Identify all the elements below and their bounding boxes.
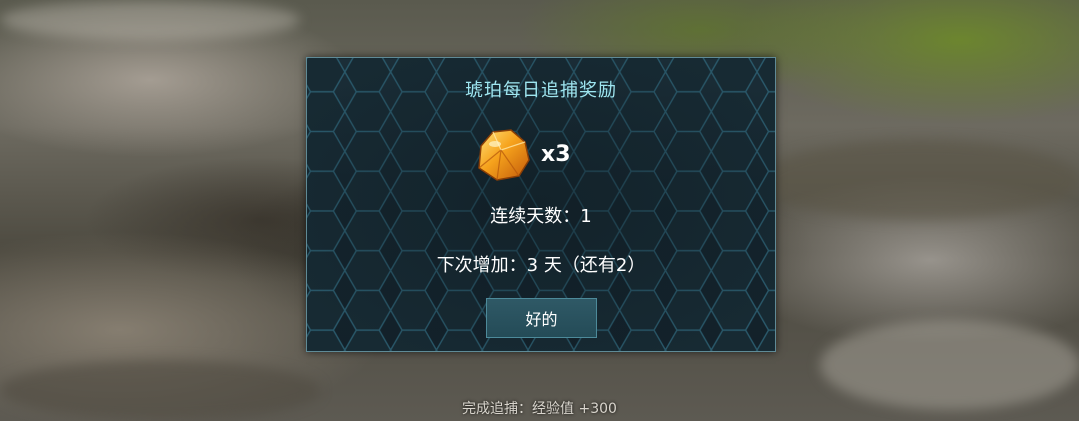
amber-icon — [478, 129, 530, 181]
reward-dialog: 琥珀每日追捕奖励 x3 连续天数：1 下次增加：3 天（还有2） 好的 — [306, 57, 776, 352]
reward-quantity: x3 — [541, 141, 571, 167]
dialog-title: 琥珀每日追捕奖励 — [465, 80, 617, 101]
terrain-patch — [0, 0, 300, 40]
ok-button[interactable]: 好的 — [486, 298, 597, 338]
streak-days-text: 连续天数：1 — [490, 206, 592, 227]
next-increase-text: 下次增加：3 天（还有2） — [436, 255, 646, 276]
game-scene: 琥珀每日追捕奖励 x3 连续天数：1 下次增加：3 天（还有2） 好的 完成追捕… — [0, 0, 1079, 421]
reward-item: x3 — [471, 124, 571, 184]
hunt-complete-status: 完成追捕：经验值 +300 — [462, 401, 617, 417]
terrain-patch — [760, 140, 1079, 220]
terrain-patch — [820, 320, 1079, 410]
